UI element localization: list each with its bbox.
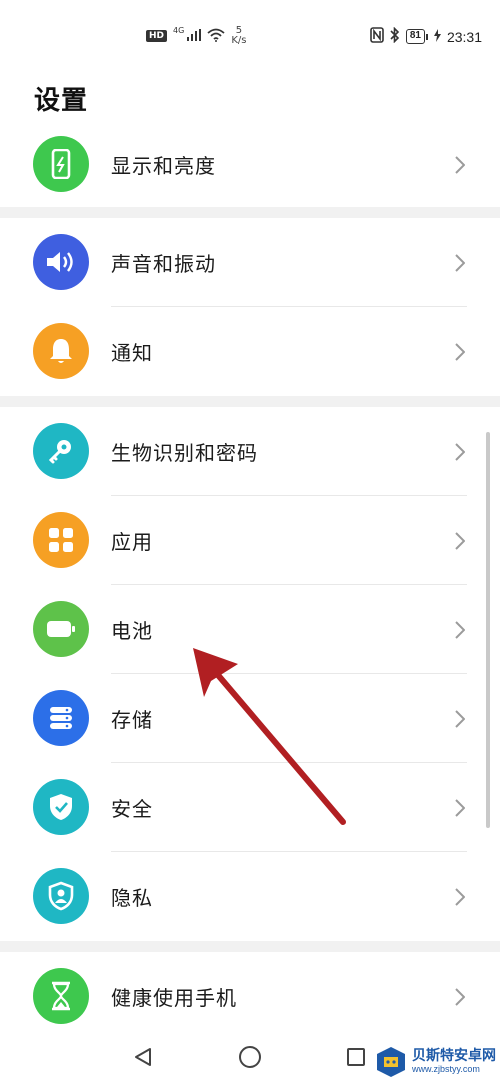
section-divider <box>0 396 500 407</box>
battery-indicator: 81 <box>405 29 428 44</box>
hd-badge: HD <box>146 30 168 42</box>
settings-group-wellbeing: 健康使用手机 <box>0 952 500 1041</box>
recents-button[interactable] <box>341 1042 371 1072</box>
status-indicators: HD 4G 5 K/s <box>146 26 246 46</box>
clock: 23:31 <box>446 28 482 45</box>
scrollbar[interactable] <box>486 432 490 828</box>
network-type: 4G <box>173 25 185 35</box>
privacy-shield-icon <box>33 867 89 924</box>
watermark-logo-icon <box>377 1047 405 1077</box>
settings-item-biometrics[interactable]: 生物识别和密码 <box>0 407 500 496</box>
chevron-right-icon <box>450 798 470 818</box>
status-right: 81 23:31 <box>370 26 482 46</box>
settings-item-display[interactable]: 显示和亮度 <box>0 120 500 209</box>
network-speed: 5 K/s <box>231 26 246 46</box>
settings-item-apps[interactable]: 应用 <box>0 496 500 585</box>
bell-icon <box>33 322 89 379</box>
settings-item-label: 生物识别和密码 <box>111 441 258 465</box>
settings-item-digital-balance[interactable]: 健康使用手机 <box>0 952 500 1041</box>
watermark-url: www.zjbstyy.com <box>412 1063 480 1074</box>
settings-item-label: 电池 <box>111 619 153 643</box>
settings-item-label: 通知 <box>111 341 153 365</box>
nfc-icon <box>370 27 384 46</box>
settings-item-label: 安全 <box>111 797 153 821</box>
wifi-icon <box>207 28 225 45</box>
settings-item-label: 健康使用手机 <box>111 986 237 1010</box>
display-brightness-icon <box>33 135 89 192</box>
settings-item-storage[interactable]: 存储 <box>0 674 500 763</box>
key-icon <box>33 422 89 479</box>
settings-group-sound: 声音和振动 通知 <box>0 218 500 396</box>
charging-icon <box>433 28 441 45</box>
settings-item-label: 显示和亮度 <box>111 154 216 178</box>
settings-group-system: 生物识别和密码 应用 电池 存储 安全 隐私 <box>0 407 500 941</box>
speed-unit: K/s <box>231 35 247 46</box>
battery-icon <box>33 600 89 657</box>
settings-item-label: 声音和振动 <box>111 252 216 276</box>
settings-item-label: 存储 <box>111 708 153 732</box>
watermark: 贝斯特安卓网 www.zjbstyy.com <box>374 1045 496 1079</box>
chevron-right-icon <box>450 253 470 273</box>
section-divider <box>0 207 500 218</box>
status-bar: HD 4G 5 K/s 81 23:31 <box>0 0 500 70</box>
page-title: 设置 <box>34 86 89 116</box>
speaker-icon <box>33 233 89 290</box>
settings-item-privacy[interactable]: 隐私 <box>0 852 500 941</box>
settings-item-notifications[interactable]: 通知 <box>0 307 500 396</box>
settings-item-battery[interactable]: 电池 <box>0 585 500 674</box>
shield-check-icon <box>33 778 89 835</box>
chevron-right-icon <box>450 887 470 907</box>
settings-group-display: 显示和亮度 <box>0 120 500 209</box>
settings-item-security[interactable]: 安全 <box>0 763 500 852</box>
chevron-right-icon <box>450 531 470 551</box>
chevron-right-icon <box>450 342 470 362</box>
home-button[interactable] <box>235 1042 265 1072</box>
watermark-title: 贝斯特安卓网 <box>412 1048 496 1065</box>
settings-item-label: 应用 <box>111 530 153 554</box>
chevron-right-icon <box>450 709 470 729</box>
settings-item-sound[interactable]: 声音和振动 <box>0 218 500 307</box>
section-divider <box>0 941 500 952</box>
settings-item-label: 隐私 <box>111 886 153 910</box>
hourglass-icon <box>33 967 89 1024</box>
storage-icon <box>33 689 89 746</box>
apps-grid-icon <box>33 511 89 568</box>
chevron-right-icon <box>450 442 470 462</box>
chevron-right-icon <box>450 155 470 175</box>
chevron-right-icon <box>450 620 470 640</box>
back-button[interactable] <box>128 1042 158 1072</box>
battery-level: 81 <box>405 29 425 44</box>
bluetooth-icon <box>390 26 400 46</box>
chevron-right-icon <box>450 987 470 1007</box>
signal-icon <box>187 28 202 44</box>
